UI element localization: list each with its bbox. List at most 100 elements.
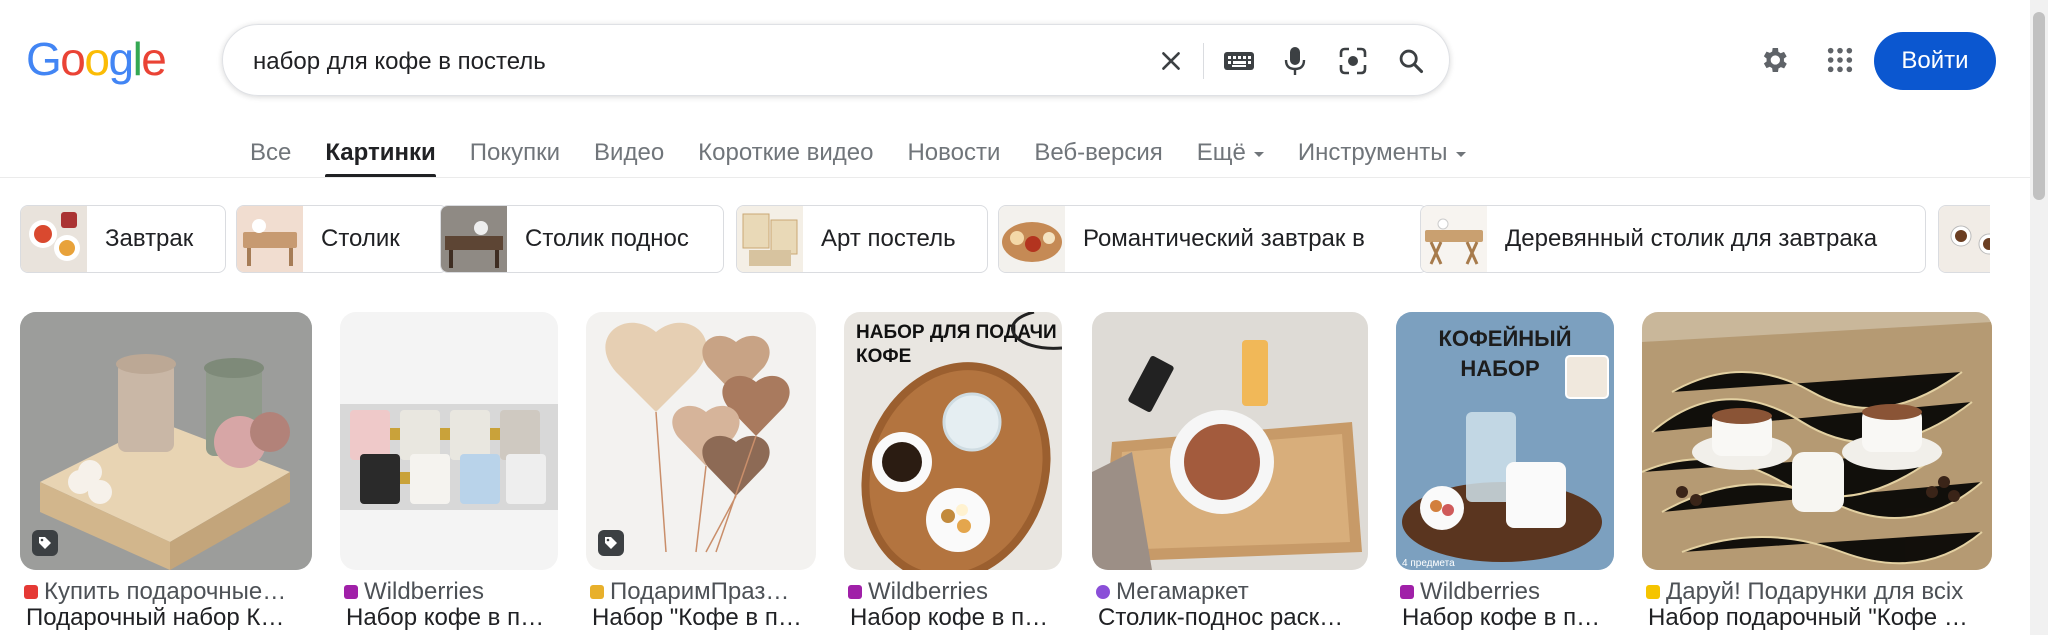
tab-label: Ещё: [1196, 139, 1246, 166]
result-image[interactable]: [1642, 312, 1992, 570]
result-title[interactable]: Набор подарочный "Кофе …: [1648, 604, 1968, 632]
search-tabs: Все Картинки Покупки Видео Короткие виде…: [250, 128, 1500, 178]
chip-label: Завтрак: [105, 225, 194, 252]
apps-grid-icon: [1827, 47, 1853, 73]
tab-label: Все: [250, 139, 292, 166]
result-image[interactable]: [20, 312, 312, 570]
search-button[interactable]: [1391, 41, 1431, 81]
chip-thumbnail: [237, 206, 303, 272]
source-label: Wildberries: [868, 578, 989, 605]
result-image[interactable]: КОФЕЙНЫЙ НАБОР 4 предмета: [1396, 312, 1614, 570]
chip-thumbnail: [999, 206, 1065, 272]
gift-favicon-icon: [24, 585, 38, 599]
tab-news[interactable]: Новости: [907, 128, 1000, 178]
tabs-divider: [0, 177, 2030, 178]
wildberries-favicon-icon: [1400, 585, 1414, 599]
megamarket-favicon-icon: [1096, 585, 1110, 599]
close-icon: [1162, 52, 1180, 70]
result-title[interactable]: Столик-поднос раск…: [1098, 604, 1343, 632]
chip-label: Романтический завтрак в: [1083, 225, 1365, 252]
result-source[interactable]: Wildberries: [344, 578, 484, 606]
search-icon: [1399, 49, 1424, 74]
keyboard-button[interactable]: [1219, 41, 1259, 81]
wildberries-favicon-icon: [848, 585, 862, 599]
tab-images[interactable]: Картинки: [325, 128, 437, 178]
tab-short-videos[interactable]: Короткие видео: [698, 128, 873, 178]
tab-videos[interactable]: Видео: [594, 128, 664, 178]
lens-icon: [1339, 47, 1367, 75]
result-source[interactable]: Wildberries: [848, 578, 988, 606]
result-image[interactable]: [1092, 312, 1368, 570]
tab-label: Веб-версия: [1034, 139, 1163, 166]
product-tag-icon: [598, 530, 624, 556]
chip-thumbnail: [21, 206, 87, 272]
wildberries-favicon-icon: [344, 585, 358, 599]
result-source[interactable]: Даруй! Подарунки для всіх: [1646, 578, 1963, 606]
result-source[interactable]: Wildberries: [1400, 578, 1540, 606]
chip-label: Столик поднос: [525, 225, 689, 252]
result-image[interactable]: НАБОР ДЛЯ ПОДАЧИ КОФЕ: [844, 312, 1062, 570]
result-title[interactable]: Набор кофе в п…: [346, 604, 544, 632]
daruy-favicon-icon: [1646, 585, 1660, 599]
lens-search-button[interactable]: [1333, 41, 1373, 81]
result-title[interactable]: Подарочный набор К…: [26, 604, 284, 632]
image-caption: НАБОР ДЛЯ ПОДАЧИ: [856, 322, 1057, 343]
result-title[interactable]: Набор кофе в п…: [850, 604, 1048, 632]
chip-label: Деревянный столик для завтрака: [1505, 225, 1878, 252]
chip-thumbnail: [441, 206, 507, 272]
chip-stolik[interactable]: Столик: [236, 205, 448, 273]
clear-search-button[interactable]: [1151, 41, 1191, 81]
flower-favicon-icon: [590, 585, 604, 599]
mic-icon: [1284, 47, 1306, 75]
chip-label: Арт постель: [821, 225, 956, 252]
scrollbar-thumb[interactable]: [2033, 12, 2045, 200]
chevron-down-icon: [1455, 151, 1466, 157]
image-caption: 4 предмета: [1402, 558, 1455, 569]
google-logo[interactable]: Google: [26, 34, 167, 84]
result-title[interactable]: Набор кофе в п…: [1402, 604, 1600, 632]
tab-label: Картинки: [325, 139, 436, 166]
tab-web[interactable]: Веб-версия: [1034, 128, 1162, 178]
related-chips: Завтрак Столик Столик поднос Арт постель…: [20, 205, 1990, 275]
tab-all[interactable]: Все: [250, 128, 291, 178]
search-divider: [1203, 43, 1204, 79]
result-source[interactable]: Купить подарочные…: [24, 578, 286, 606]
result-image[interactable]: [340, 312, 558, 570]
source-label: Wildberries: [1420, 578, 1541, 605]
chip-more[interactable]: [1938, 205, 1990, 273]
image-caption: КОФЕЙНЫЙ: [1438, 326, 1571, 351]
tab-label: Инструменты: [1297, 139, 1448, 166]
chip-wooden-table[interactable]: Деревянный столик для завтрака: [1420, 205, 1926, 273]
tab-label: Видео: [594, 139, 665, 166]
search-input[interactable]: [251, 43, 1135, 81]
chip-thumbnail: [1939, 206, 1990, 272]
result-source[interactable]: ПодаримПраз…: [590, 578, 789, 606]
source-label: Купить подарочные…: [44, 578, 287, 605]
search-box[interactable]: [222, 24, 1450, 96]
tab-more[interactable]: Ещё: [1197, 128, 1264, 178]
settings-button[interactable]: [1754, 40, 1794, 80]
chip-stolik-podnos[interactable]: Столик поднос: [440, 205, 724, 273]
image-caption: КОФЕ: [856, 346, 911, 367]
chevron-down-icon: [1253, 151, 1264, 157]
chip-zavtrak[interactable]: Завтрак: [20, 205, 226, 273]
voice-search-button[interactable]: [1275, 41, 1315, 81]
chip-label: Столик: [321, 225, 400, 252]
apps-button[interactable]: [1820, 40, 1860, 80]
tab-tools[interactable]: Инструменты: [1298, 128, 1466, 178]
product-tag-icon: [32, 530, 58, 556]
gear-icon: [1763, 48, 1787, 72]
source-label: ПодаримПраз…: [610, 578, 790, 605]
signin-button[interactable]: Войти: [1874, 32, 1996, 90]
chip-romantic-breakfast[interactable]: Романтический завтрак в: [998, 205, 1428, 273]
tab-label: Короткие видео: [698, 139, 874, 166]
result-source[interactable]: Мегамаркет: [1096, 578, 1249, 606]
image-caption: НАБОР: [1460, 356, 1539, 381]
tab-label: Новости: [907, 139, 1001, 166]
source-label: Мегамаркет: [1116, 578, 1249, 605]
keyboard-icon: [1224, 52, 1254, 70]
tab-shopping[interactable]: Покупки: [470, 128, 560, 178]
result-title[interactable]: Набор "Кофе в п…: [592, 604, 802, 632]
chip-art-postel[interactable]: Арт постель: [736, 205, 988, 273]
source-label: Даруй! Подарунки для всіх: [1666, 578, 1964, 605]
